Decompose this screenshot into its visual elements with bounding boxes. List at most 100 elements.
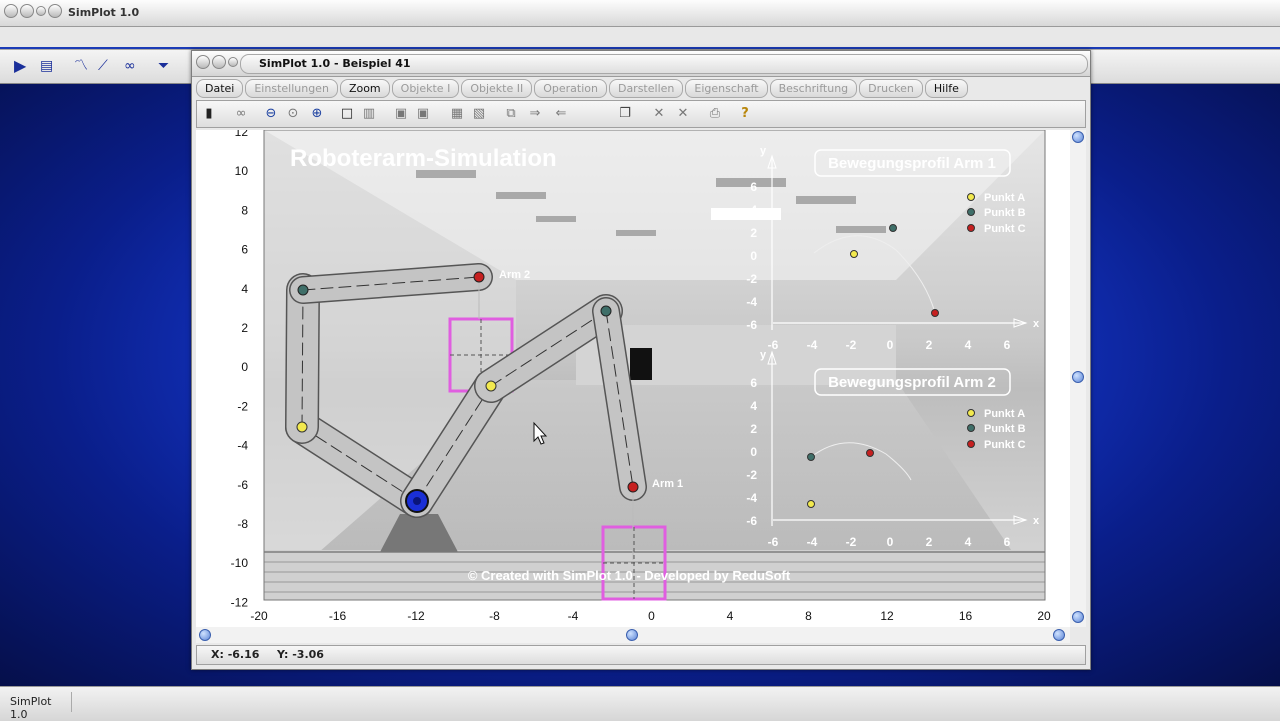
menu-objekte-2[interactable]: Objekte II [461,79,533,98]
child-title-pill: SimPlot 1.0 - Beispiel 41 [240,54,1088,74]
x-tick-label-1: -16 [329,609,347,623]
delete-all-icon[interactable]: ✕ [675,106,691,122]
child-minimize-icon[interactable] [212,55,226,69]
menu-zoom[interactable]: Zoom [339,79,390,98]
inset2-title: Bewegungsprofil Arm 2 [828,374,996,391]
menu-window-icon[interactable] [36,6,46,16]
binoculars-icon[interactable]: ∞ [233,106,249,122]
y-tick-label-5: 2 [241,321,248,335]
status-y: Y: -3.06 [277,648,324,661]
inset1-x-axis-label: x [1033,318,1040,330]
vertical-scrollbar[interactable] [1070,130,1086,627]
inset2-y-axis-label: y [760,349,767,361]
table-icon[interactable]: ▤ [40,58,53,74]
menu-einstellungen[interactable]: Einstellungen [245,79,338,98]
arrow-right-icon[interactable]: ⇒ [527,106,543,122]
zoom-in-icon[interactable]: ⊕ [309,106,325,122]
x-tick-label-10: 20 [1037,609,1051,623]
inset1-y-axis-label: y [760,145,767,157]
arm2-joint-b [297,284,309,296]
zoom-out-icon[interactable]: ⊖ [263,106,279,122]
plot-svg: 121086420-2-4-6-8-10-12 -20 -16 -12 -8 -4 0 4 8… [231,125,1051,623]
menu-hilfe[interactable]: Hilfe [924,79,968,98]
x-tick-label-6: 4 [727,609,734,623]
inset2-y-tick-5: -4 [746,491,757,505]
arrow-left-icon[interactable]: ⇐ [553,106,569,122]
help-icon[interactable]: ? [737,106,753,122]
scroll-down-icon[interactable] [1072,611,1084,623]
minimize-window-icon[interactable] [20,4,34,18]
copy-icon[interactable]: ⧉ [503,106,519,122]
scroll-left-icon[interactable] [199,629,211,641]
menu-drucken[interactable]: Drucken [859,79,923,98]
inset1-x-tick-1: -4 [807,338,818,352]
child-title: SimPlot 1.0 - Beispiel 41 [259,57,411,70]
vertical-scroll-thumb[interactable] [1072,371,1084,383]
arm1-joint-a [485,380,497,392]
child-menu-icon[interactable] [228,57,238,67]
inset1-legend-b: Punkt B [984,207,1026,219]
status-x: X: -6.16 [211,648,260,661]
pages-icon[interactable]: ❐ [617,106,633,122]
scroll-up-icon[interactable] [1072,131,1084,143]
table-view-icon[interactable]: ▦ [449,106,465,122]
horizontal-scrollbar[interactable] [196,627,1070,643]
horizontal-scroll-thumb[interactable] [626,629,638,641]
x-tick-label-2: -12 [407,609,425,623]
menu-datei[interactable]: Datei [196,79,244,98]
curve-chart-icon[interactable]: ⟋ [98,58,108,74]
play-icon[interactable]: ▶ [14,58,26,74]
inset2-x-tick-0: -6 [768,535,779,549]
inset2-y-tick-3: 0 [750,445,757,459]
filter-icon[interactable]: ⏷ [158,58,169,74]
arm1-joint-c [627,481,639,493]
inset1-y-tick-3: 0 [750,249,757,263]
grid-icon[interactable]: ▥ [361,106,377,122]
image-icon[interactable]: ▧ [471,106,487,122]
y-tick-label-12: -12 [231,595,249,609]
child-close-icon[interactable] [196,55,210,69]
delete-icon[interactable]: ✕ [651,106,667,122]
inset1-x-tick-2: -2 [846,338,857,352]
inset2-point-a [807,500,815,508]
zoom-reset-icon[interactable]: ⊙ [285,106,301,122]
inset1-legend-a: Punkt A [984,192,1025,204]
y-tick-label-11: -10 [231,556,249,570]
taskbar-item-simplot[interactable]: SimPlot 1.0 [4,692,72,721]
x-tick-label-5: 0 [648,609,655,623]
arm2-joint-a [296,421,308,433]
frame-icon[interactable]: ▣ [393,106,409,122]
menu-darstellen[interactable]: Darstellen [608,79,684,98]
maximize-window-icon[interactable] [48,4,62,18]
printer-icon[interactable]: ⎙ [707,106,723,122]
plot-area[interactable]: 12 10 8 6 4 2 0 -2 -4 -6 -8 -10 -12 -20 -16 -12 -8 -4 0 4 8… [196,125,1070,627]
arm1-label: Arm 1 [652,478,683,490]
inset1-x-tick-6: 6 [1004,338,1011,352]
inset1-legend-a-marker [967,193,975,201]
menu-eigenschaft[interactable]: Eigenschaft [685,79,768,98]
close-window-icon[interactable] [4,4,18,18]
x-tick-label-7: 8 [805,609,812,623]
inset1-x-tick-4: 2 [926,338,933,352]
inset1-point-b [889,224,897,232]
inset2-y-tick-4: -2 [746,468,757,482]
inset2-legend-c: Punkt C [984,439,1026,451]
frame2-icon[interactable]: ▣ [415,106,431,122]
main-menubar [0,27,1280,47]
data-chart-icon[interactable]: ∞ [124,58,136,74]
y-tick-label-2: 8 [241,203,248,217]
line-chart-icon[interactable]: 〽 [74,58,88,74]
rectangle-icon[interactable]: □ [339,106,355,122]
inset2-legend-c-marker [967,440,975,448]
inset1-legend-b-marker [967,208,975,216]
menu-beschriftung[interactable]: Beschriftung [769,79,858,98]
inset1-title: Bewegungsprofil Arm 1 [828,155,996,172]
taskbar: SimPlot 1.0 [0,686,1280,721]
inset1-y-tick-0: 6 [750,180,757,194]
menu-operation[interactable]: Operation [534,79,607,98]
menu-objekte-1[interactable]: Objekte I [391,79,460,98]
inset1-legend-c: Punkt C [984,223,1026,235]
inset2-legend-a-marker [967,409,975,417]
scroll-right-icon[interactable] [1053,629,1065,641]
calculator-icon[interactable]: ▮ [201,106,217,122]
